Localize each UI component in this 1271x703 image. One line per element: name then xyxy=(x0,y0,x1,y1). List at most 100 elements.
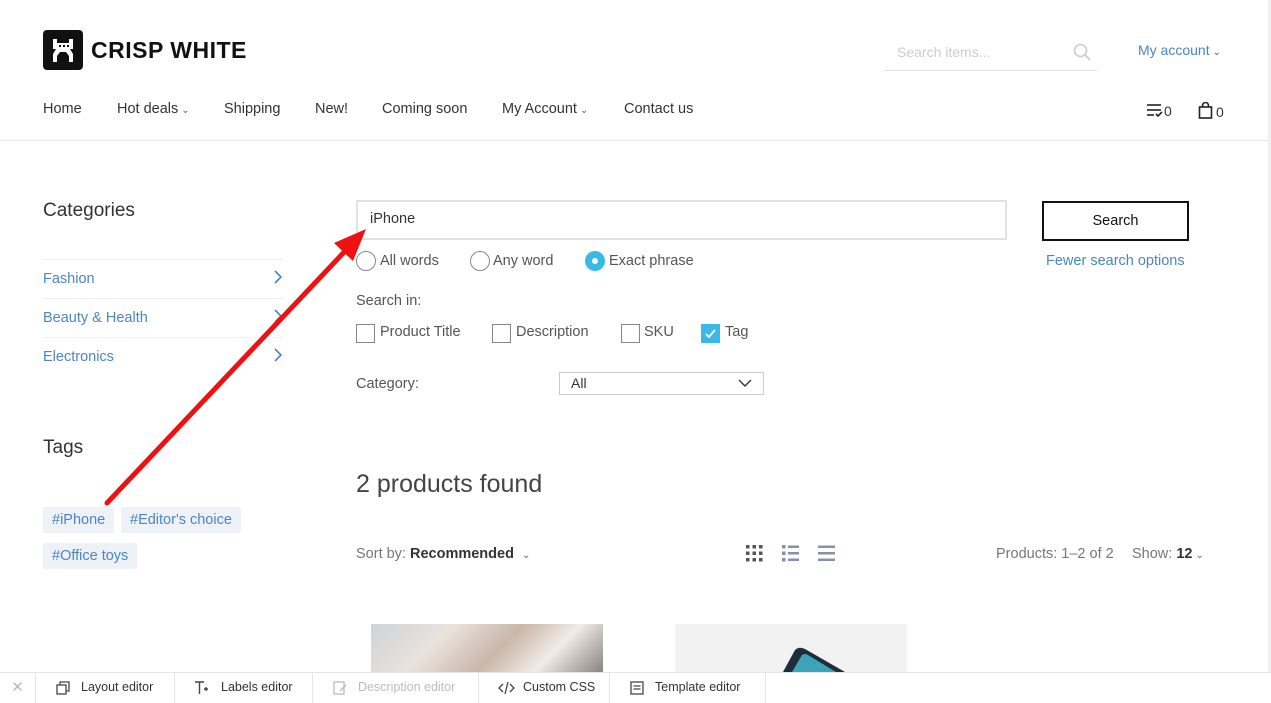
labels-editor-button[interactable]: Labels editor xyxy=(175,673,313,703)
checkbox-sku[interactable] xyxy=(621,324,640,343)
table-view-icon[interactable] xyxy=(818,545,835,562)
code-icon xyxy=(498,681,515,695)
cart-button[interactable]: 0 xyxy=(1198,101,1224,120)
nav-label: Contact us xyxy=(624,101,694,117)
divider xyxy=(43,298,283,299)
chevron-down-icon: ⌄ xyxy=(579,105,589,116)
nav-hot-deals[interactable]: Hot deals ⌄ xyxy=(117,101,190,117)
show-prefix: Show: xyxy=(1132,546,1173,562)
nav-label: My Account xyxy=(502,101,577,117)
category-beauty-health[interactable]: Beauty & Health xyxy=(43,309,283,326)
grid-view-icon[interactable] xyxy=(746,545,763,562)
logo-icon[interactable] xyxy=(43,30,83,70)
chevron-right-icon xyxy=(274,270,283,284)
close-icon[interactable]: ✕ xyxy=(0,673,36,703)
product-image[interactable] xyxy=(675,624,907,672)
divider xyxy=(43,337,283,338)
nav-shipping[interactable]: Shipping xyxy=(224,101,280,117)
radio-exact-phrase[interactable] xyxy=(585,251,605,271)
nav-label: Home xyxy=(43,101,82,117)
categories-title: Categories xyxy=(43,200,135,221)
category-label: Electronics xyxy=(43,349,114,365)
checkmark-icon xyxy=(705,329,716,339)
template-editor-button[interactable]: Template editor xyxy=(610,673,766,703)
category-fashion[interactable]: Fashion xyxy=(43,270,283,287)
shopping-bag-icon xyxy=(1198,101,1213,119)
checkbox-label[interactable]: Product Title xyxy=(380,324,461,340)
nav-contact-us[interactable]: Contact us xyxy=(624,101,693,117)
description-editor-button[interactable]: Description editor xyxy=(313,673,479,703)
tag-editors-choice[interactable]: #Editor's choice xyxy=(121,507,241,533)
chevron-down-icon: ⌄ xyxy=(181,105,190,116)
layout-editor-button[interactable]: Layout editor xyxy=(36,673,175,703)
radio-label[interactable]: Any word xyxy=(493,253,553,269)
favorites-button[interactable]: 0 xyxy=(1146,102,1172,119)
page-size-control[interactable]: Show: 12 ⌄ xyxy=(1132,546,1204,562)
toolbar-label: Template editor xyxy=(655,680,741,694)
fewer-search-options-link[interactable]: Fewer search options xyxy=(1046,253,1185,269)
radio-label[interactable]: All words xyxy=(380,253,439,269)
header-search[interactable] xyxy=(885,36,1097,71)
checkbox-product-title[interactable] xyxy=(356,324,375,343)
category-label: Beauty & Health xyxy=(43,310,148,326)
nav-label: Hot deals xyxy=(117,101,179,117)
radio-label[interactable]: Exact phrase xyxy=(609,253,694,269)
search-button[interactable]: Search xyxy=(1042,201,1189,241)
checkbox-description[interactable] xyxy=(492,324,511,343)
template-icon xyxy=(630,681,644,695)
divider xyxy=(43,259,283,260)
category-label: Fashion xyxy=(43,271,95,287)
header-divider xyxy=(0,140,1271,141)
nav-label: Coming soon xyxy=(382,101,468,117)
tag-iphone[interactable]: #iPhone xyxy=(43,507,115,533)
radio-any-word[interactable] xyxy=(470,251,490,271)
product-search-field[interactable] xyxy=(356,200,1007,240)
edit-icon xyxy=(333,681,347,695)
sort-control[interactable]: Sort by: Recommended ⌄ xyxy=(356,546,530,562)
category-label: Category: xyxy=(356,376,419,392)
sort-value: Recommended xyxy=(410,546,514,562)
my-account-label: My account xyxy=(1138,42,1210,58)
store-name[interactable]: CRISP WHITE xyxy=(91,36,247,64)
nav-home[interactable]: Home xyxy=(43,101,82,117)
chevron-right-icon xyxy=(274,309,283,323)
category-select[interactable]: All xyxy=(559,372,764,395)
radio-all-words[interactable] xyxy=(356,251,376,271)
header-search-input[interactable] xyxy=(897,41,1062,63)
favorites-count: 0 xyxy=(1164,103,1172,119)
checkbox-label[interactable]: SKU xyxy=(644,324,674,340)
nav-my-account[interactable]: My Account ⌄ xyxy=(502,101,588,117)
editor-toolbar: ✕ Layout editor Labels editor Descriptio… xyxy=(0,672,1271,703)
nav-new[interactable]: New! xyxy=(315,101,348,117)
sort-prefix: Sort by: xyxy=(356,546,406,562)
chevron-down-icon xyxy=(738,379,752,387)
product-search-input[interactable] xyxy=(370,211,970,227)
checkbox-label[interactable]: Tag xyxy=(725,324,748,340)
search-icon[interactable] xyxy=(1073,43,1091,61)
list-view-icon[interactable] xyxy=(782,545,799,562)
category-select-value: All xyxy=(571,375,587,391)
nav-coming-soon[interactable]: Coming soon xyxy=(382,101,467,117)
nav-label: Shipping xyxy=(224,101,281,117)
nav-label: New! xyxy=(315,101,349,117)
favorites-list-icon xyxy=(1147,104,1163,118)
product-image[interactable] xyxy=(371,624,603,672)
tags-title: Tags xyxy=(43,437,84,458)
show-value: 12 xyxy=(1176,546,1193,562)
chevron-down-icon: ⌄ xyxy=(1195,550,1204,561)
chevron-down-icon: ⌄ xyxy=(1212,47,1221,58)
chevron-down-icon: ⌄ xyxy=(521,550,531,561)
cart-count: 0 xyxy=(1216,104,1224,120)
my-account-menu[interactable]: My account ⌄ xyxy=(1138,42,1221,58)
layout-icon xyxy=(56,681,70,695)
category-electronics[interactable]: Electronics xyxy=(43,348,283,365)
toolbar-label: Custom CSS xyxy=(523,680,596,694)
checkbox-label[interactable]: Description xyxy=(516,324,589,340)
tag-office-toys[interactable]: #Office toys xyxy=(43,543,138,569)
custom-css-button[interactable]: Custom CSS xyxy=(479,673,610,703)
results-count: 2 products found xyxy=(356,470,543,498)
text-icon xyxy=(195,681,208,694)
chevron-right-icon xyxy=(274,348,283,362)
phone-image xyxy=(783,647,845,672)
checkbox-tag[interactable] xyxy=(701,324,720,343)
